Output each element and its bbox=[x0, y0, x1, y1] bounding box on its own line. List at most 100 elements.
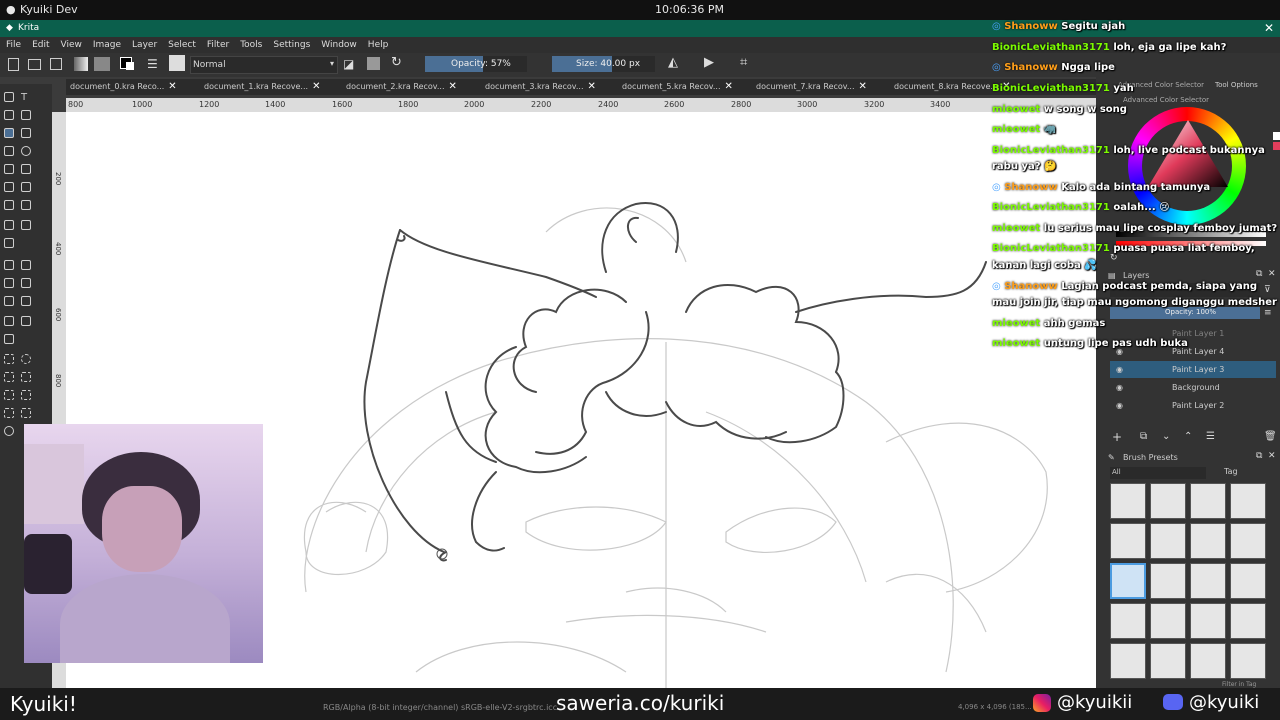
menu-tools[interactable]: Tools bbox=[240, 37, 262, 53]
layer-row[interactable]: ◉ Paint Layer 2 bbox=[1110, 397, 1276, 414]
reference-images-tool-icon[interactable] bbox=[4, 334, 14, 344]
bezier-tool-icon[interactable] bbox=[4, 182, 14, 192]
close-window-icon[interactable]: ✕ bbox=[1264, 21, 1274, 35]
menu-select[interactable]: Select bbox=[168, 37, 196, 53]
float-panel-icon[interactable]: ⧉ bbox=[1256, 451, 1262, 461]
brush-preset-item[interactable] bbox=[1230, 563, 1266, 599]
filter-icon[interactable]: ⊽ bbox=[1264, 285, 1271, 295]
wrap-around-icon[interactable]: ⌗ bbox=[740, 55, 747, 70]
duplicate-layer-icon[interactable]: ⧉ bbox=[1140, 431, 1147, 442]
tab-document-5[interactable]: document_5.kra Recov... ✕ bbox=[622, 79, 733, 95]
polygonal-selection-tool-icon[interactable] bbox=[4, 372, 14, 382]
menu-edit[interactable]: Edit bbox=[32, 37, 49, 53]
eye-icon[interactable]: ◉ bbox=[1116, 397, 1123, 414]
menu-icon[interactable]: ≡ bbox=[1264, 308, 1272, 318]
brush-settings-icon[interactable]: ☰ bbox=[147, 57, 158, 71]
assistant-tool-icon[interactable] bbox=[4, 316, 14, 326]
close-tab-icon[interactable]: ✕ bbox=[859, 81, 867, 92]
menu-layer[interactable]: Layer bbox=[132, 37, 157, 53]
gradient-icon[interactable] bbox=[74, 57, 88, 71]
close-tab-icon[interactable]: ✕ bbox=[588, 81, 596, 92]
brush-preset-item[interactable] bbox=[1150, 643, 1186, 679]
delete-layer-icon[interactable]: 🗑 bbox=[1264, 431, 1277, 442]
brush-preset-item[interactable] bbox=[1190, 563, 1226, 599]
gradient-tool-icon[interactable] bbox=[4, 260, 14, 270]
brush-preset-item[interactable] bbox=[1110, 643, 1146, 679]
blend-mode-select[interactable]: Normal ▾ bbox=[190, 56, 338, 74]
move-up-icon[interactable]: ⌃ bbox=[1184, 431, 1192, 442]
move-tool-icon[interactable] bbox=[21, 220, 31, 230]
layer-row-selected[interactable]: ◉ Paint Layer 3 bbox=[1110, 361, 1276, 378]
eraser-icon[interactable]: ◪ bbox=[343, 57, 354, 71]
pattern-icon[interactable] bbox=[94, 57, 110, 71]
brush-preset-item[interactable] bbox=[1150, 563, 1186, 599]
menu-file[interactable]: File bbox=[6, 37, 21, 53]
transform-tool-icon[interactable] bbox=[4, 220, 14, 230]
close-tab-icon[interactable]: ✕ bbox=[725, 81, 733, 92]
opacity-slider[interactable]: Opacity: 57% bbox=[425, 56, 527, 72]
magnetic-selection-tool-icon[interactable] bbox=[21, 408, 31, 418]
menu-image[interactable]: Image bbox=[93, 37, 121, 53]
contiguous-selection-tool-icon[interactable] bbox=[4, 390, 14, 400]
rectangular-selection-tool-icon[interactable] bbox=[4, 354, 14, 364]
brush-preset-item[interactable] bbox=[1230, 483, 1266, 519]
tag-button[interactable]: Tag bbox=[1224, 467, 1238, 476]
brush-preset-item[interactable] bbox=[1230, 643, 1266, 679]
color-history-swatch[interactable] bbox=[1273, 142, 1280, 150]
save-icon[interactable] bbox=[50, 58, 62, 70]
preserve-alpha-icon[interactable] bbox=[367, 57, 380, 70]
elliptical-selection-tool-icon[interactable] bbox=[21, 354, 31, 364]
brush-preset-item[interactable] bbox=[1190, 603, 1226, 639]
tab-document-3[interactable]: document_3.kra Recov... ✕ bbox=[485, 79, 596, 95]
menu-view[interactable]: View bbox=[61, 37, 82, 53]
open-folder-icon[interactable] bbox=[28, 59, 41, 70]
move-down-icon[interactable]: ⌄ bbox=[1162, 431, 1170, 442]
polygon-tool-icon[interactable] bbox=[4, 164, 14, 174]
tab-document-1[interactable]: document_1.kra Recove... ✕ bbox=[204, 79, 320, 95]
enclose-fill-tool-icon[interactable] bbox=[4, 296, 14, 306]
freehand-brush-tool-icon[interactable] bbox=[4, 128, 14, 138]
close-tab-icon[interactable]: ✕ bbox=[312, 81, 320, 92]
tab-document-2[interactable]: document_2.kra Recov... ✕ bbox=[346, 79, 457, 95]
float-panel-icon[interactable]: ⧉ bbox=[1256, 269, 1262, 279]
brush-preset-item[interactable] bbox=[1230, 603, 1266, 639]
bezier-selection-tool-icon[interactable] bbox=[4, 408, 14, 418]
add-layer-icon[interactable]: + bbox=[1112, 430, 1122, 444]
brush-preset-item[interactable] bbox=[1190, 483, 1226, 519]
calligraphy-tool-icon[interactable] bbox=[21, 110, 31, 120]
mirror-vertical-icon[interactable]: ▶ bbox=[704, 55, 714, 70]
tab-document-7[interactable]: document_7.kra Recov... ✕ bbox=[756, 79, 867, 95]
layer-properties-icon[interactable]: ☰ bbox=[1206, 431, 1215, 442]
brush-preset-item[interactable] bbox=[1150, 523, 1186, 559]
colorize-mask-tool-icon[interactable] bbox=[21, 296, 31, 306]
rectangle-tool-icon[interactable] bbox=[4, 146, 14, 156]
edit-shapes-tool-icon[interactable] bbox=[4, 110, 14, 120]
layer-row[interactable]: ◉ Background bbox=[1110, 379, 1276, 396]
polyline-tool-icon[interactable] bbox=[21, 164, 31, 174]
smart-patch-tool-icon[interactable] bbox=[4, 278, 14, 288]
eye-icon[interactable]: ◉ bbox=[1116, 379, 1123, 396]
close-panel-icon[interactable]: ✕ bbox=[1268, 269, 1276, 279]
crop-tool-icon[interactable] bbox=[4, 238, 14, 248]
size-slider[interactable]: Size: 40.00 px bbox=[552, 56, 655, 72]
line-tool-icon[interactable] bbox=[21, 128, 31, 138]
menu-window[interactable]: Window bbox=[321, 37, 357, 53]
mirror-horizontal-icon[interactable]: ◭ bbox=[668, 55, 678, 70]
close-panel-icon[interactable]: ✕ bbox=[1268, 451, 1276, 461]
brush-preset-icon[interactable] bbox=[169, 55, 185, 71]
menu-help[interactable]: Help bbox=[368, 37, 389, 53]
tab-document-0[interactable]: document_0.kra Reco... ✕ bbox=[70, 79, 177, 95]
close-tab-icon[interactable]: ✕ bbox=[168, 81, 176, 92]
brush-preset-item[interactable] bbox=[1110, 523, 1146, 559]
dynamic-brush-tool-icon[interactable] bbox=[4, 200, 14, 210]
menu-settings[interactable]: Settings bbox=[273, 37, 310, 53]
menu-filter[interactable]: Filter bbox=[207, 37, 229, 53]
eye-icon[interactable]: ◉ bbox=[1116, 361, 1123, 378]
color-picker-tool-icon[interactable] bbox=[21, 260, 31, 270]
reload-preset-icon[interactable]: ↻ bbox=[391, 55, 402, 70]
freehand-selection-tool-icon[interactable] bbox=[21, 372, 31, 382]
fill-tool-icon[interactable] bbox=[21, 278, 31, 288]
text-tool-icon[interactable]: T bbox=[21, 92, 31, 103]
brush-preset-item[interactable] bbox=[1150, 603, 1186, 639]
brush-preset-item[interactable] bbox=[1110, 603, 1146, 639]
